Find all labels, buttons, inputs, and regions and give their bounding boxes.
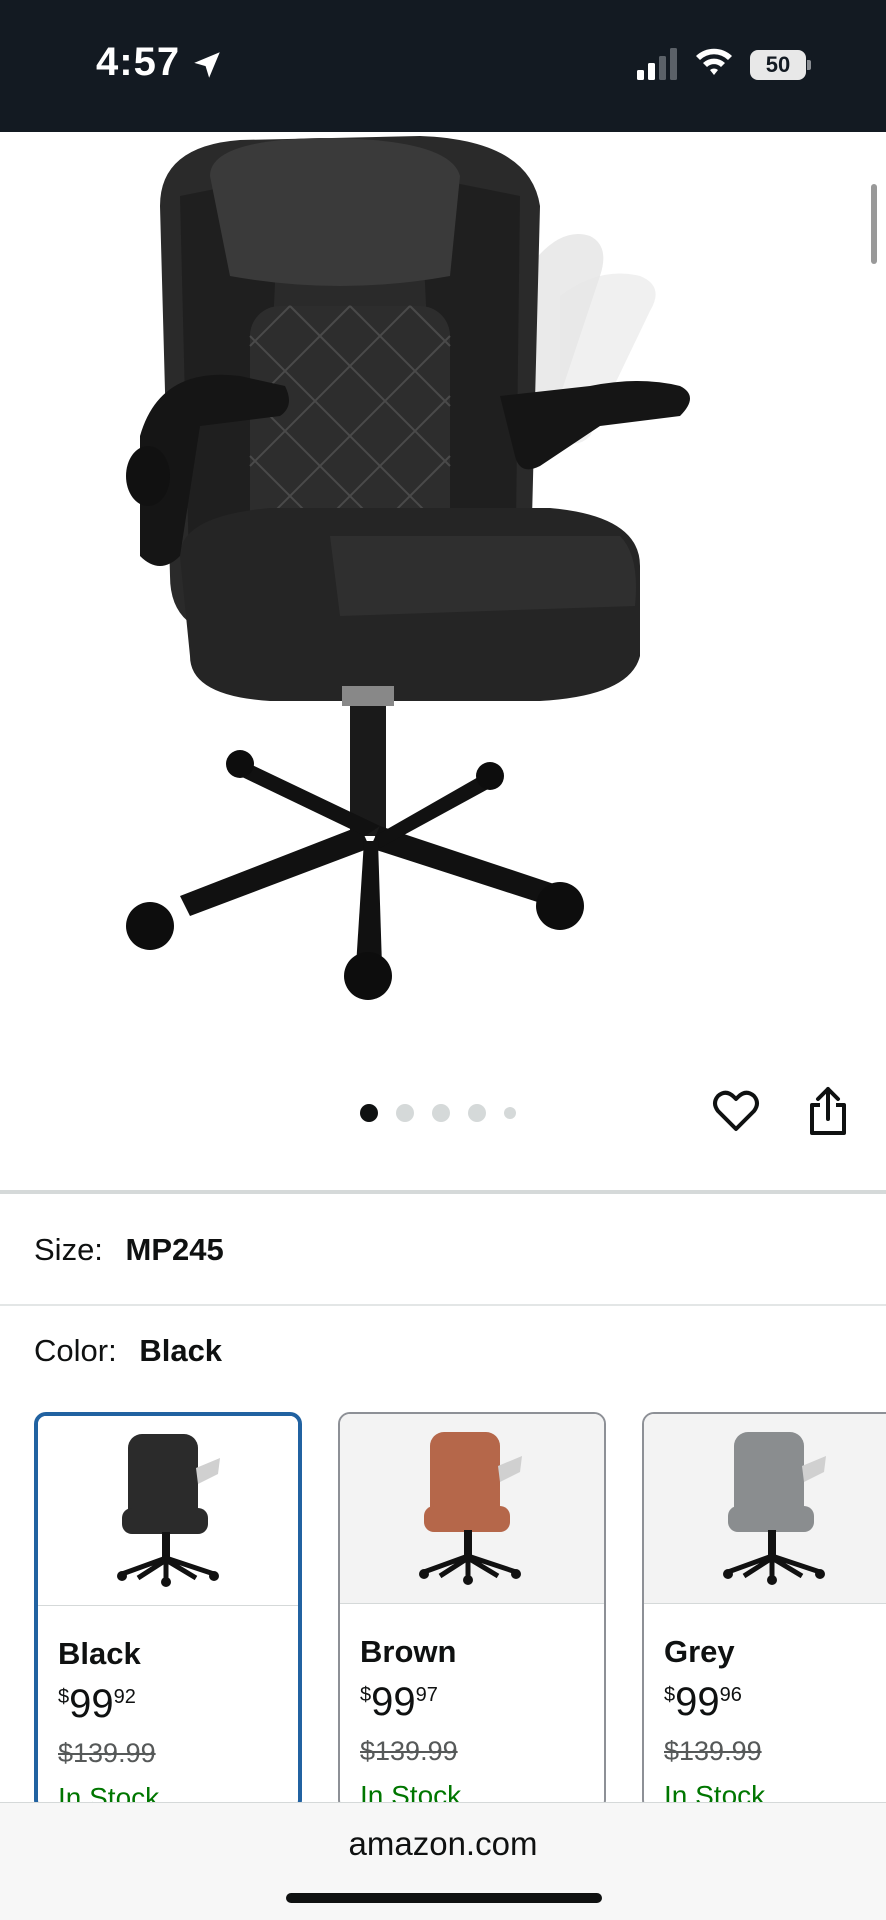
swatch-name: Grey bbox=[664, 1634, 735, 1669]
chair-thumbnail bbox=[723, 1432, 826, 1585]
carousel-dot[interactable] bbox=[360, 1104, 378, 1122]
status-time: 4:57 bbox=[96, 40, 181, 84]
color-value: Black bbox=[139, 1333, 223, 1368]
swatch-price: $9997 bbox=[360, 1680, 438, 1724]
heart-icon[interactable] bbox=[710, 1085, 762, 1137]
scrollbar[interactable] bbox=[871, 184, 877, 264]
share-icon[interactable] bbox=[804, 1085, 852, 1137]
battery-level: 50 bbox=[765, 52, 791, 77]
product-image[interactable] bbox=[120, 136, 760, 1016]
swatch-price: $9992 bbox=[58, 1682, 136, 1726]
color-selector: Color: Black bbox=[34, 1333, 222, 1369]
size-value: MP245 bbox=[125, 1232, 224, 1267]
carousel-dot[interactable] bbox=[504, 1107, 516, 1119]
home-indicator[interactable] bbox=[286, 1893, 602, 1903]
carousel-dot[interactable] bbox=[468, 1104, 486, 1122]
carousel-dots bbox=[360, 1103, 516, 1123]
color-swatch-black[interactable]: Black $9992 $139.99 In Stock bbox=[34, 1412, 302, 1812]
swatch-name: Black bbox=[58, 1636, 141, 1671]
section-divider bbox=[0, 1190, 886, 1194]
swatch-image bbox=[340, 1414, 604, 1604]
cellular-signal-icon bbox=[637, 48, 677, 80]
chair-thumbnail bbox=[419, 1432, 522, 1585]
size-label: Size: bbox=[34, 1232, 103, 1267]
swatch-list-price: $139.99 bbox=[360, 1736, 458, 1766]
battery-indicator: 50 bbox=[750, 50, 811, 80]
swatch-price: $9996 bbox=[664, 1680, 742, 1724]
swatch-image bbox=[38, 1416, 298, 1606]
carousel-dot[interactable] bbox=[396, 1104, 414, 1122]
section-divider bbox=[0, 1304, 886, 1306]
swatch-list-price: $139.99 bbox=[58, 1738, 156, 1768]
status-bar: 4:57 50 bbox=[0, 0, 886, 132]
swatch-image bbox=[644, 1414, 886, 1604]
wifi-icon bbox=[696, 48, 732, 75]
location-arrow-icon bbox=[194, 52, 220, 78]
color-swatch-brown[interactable]: Brown $9997 $139.99 In Stock bbox=[338, 1412, 606, 1812]
swatch-name: Brown bbox=[360, 1634, 457, 1669]
swatch-list-price: $139.99 bbox=[664, 1736, 762, 1766]
chair-thumbnail bbox=[117, 1434, 220, 1587]
url-domain[interactable]: amazon.com bbox=[0, 1825, 886, 1863]
carousel-dot[interactable] bbox=[432, 1104, 450, 1122]
browser-url-bar[interactable]: amazon.com bbox=[0, 1802, 886, 1920]
color-swatch-grey[interactable]: Grey $9996 $139.99 In Stock bbox=[642, 1412, 886, 1812]
size-selector[interactable]: Size: MP245 bbox=[34, 1232, 224, 1268]
color-label: Color: bbox=[34, 1333, 117, 1368]
